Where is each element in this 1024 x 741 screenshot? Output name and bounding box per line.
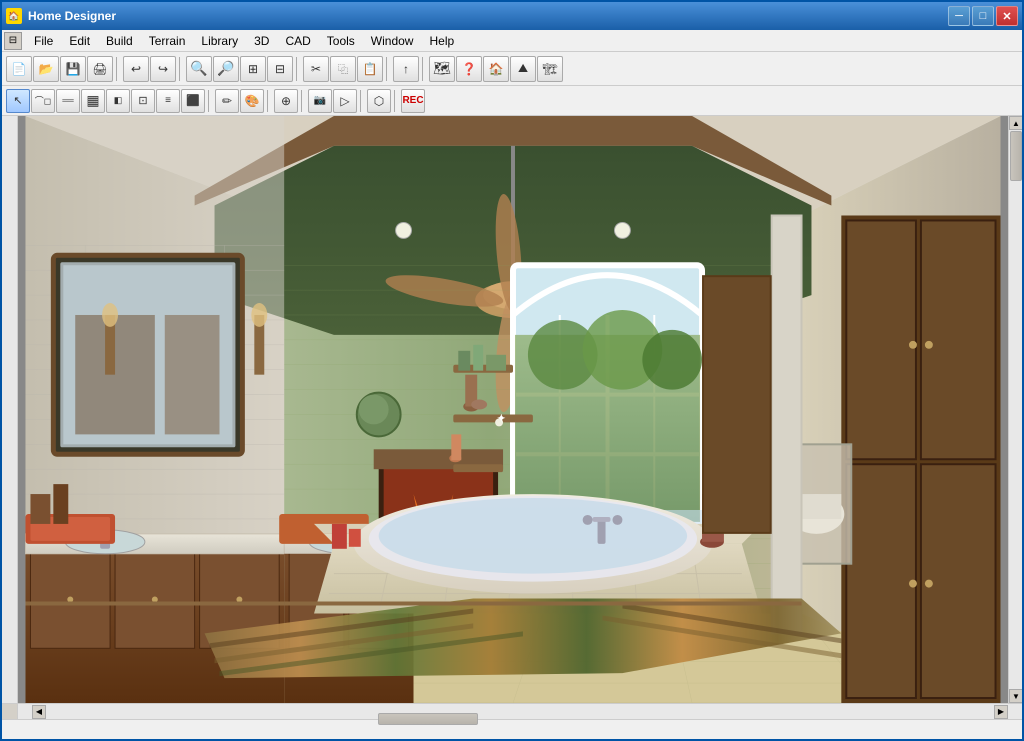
system-menu-icon[interactable]: ⊟ [4, 32, 22, 50]
polyline-tool-button[interactable]: ⌒◻ [31, 89, 55, 113]
menu-terrain[interactable]: Terrain [141, 32, 194, 50]
ruler-left [2, 116, 18, 703]
status-bar [2, 719, 1022, 739]
toolbar-sep2 [179, 57, 183, 81]
toolbar-row1: 📄 📂 💾 🖨 ↩ ↪ 🔍 🔎 ⊞ ⊟ ✂ ⿻ 📋 ↑ 🗺 ❓ 🏠 ⛰ 🏗 [2, 52, 1022, 86]
camera-tool-button[interactable]: 📷 [308, 89, 332, 113]
stair-tool-button[interactable]: ≡ [156, 89, 180, 113]
window-frame: 🏠 Home Designer ─ □ ✕ ⊟ File Edit Build … [0, 0, 1024, 741]
scroll-right-button[interactable]: ▶ [994, 705, 1008, 719]
toolbar-sep3 [296, 57, 300, 81]
bottom-area: ◀ ▶ [2, 703, 1022, 719]
scrollbar-right[interactable]: ▲ ▼ [1008, 116, 1022, 703]
menu-cad[interactable]: CAD [277, 32, 318, 50]
build-btn[interactable]: 🏗 [537, 56, 563, 82]
room-render: ✦ [18, 116, 1008, 703]
paint-tool-button[interactable]: 🎨 [240, 89, 264, 113]
menu-library[interactable]: Library [193, 32, 246, 50]
maximize-button[interactable]: □ [972, 6, 994, 26]
toolbar-sep1 [116, 57, 120, 81]
new-button[interactable]: 📄 [6, 56, 32, 82]
toolbar-sep4 [386, 57, 390, 81]
scroll-up-button[interactable]: ▲ [1009, 116, 1022, 130]
draw-tool-button[interactable]: ✏ [215, 89, 239, 113]
toolbar2-sep3 [301, 90, 305, 112]
cut-button[interactable]: ✂ [303, 56, 329, 82]
door-tool-button[interactable]: ◧ [106, 89, 130, 113]
app-icon: 🏠 [6, 8, 22, 24]
toolbar-sep5 [422, 57, 426, 81]
print-button[interactable]: 🖨 [87, 56, 113, 82]
wall-tool-button[interactable]: ══ [56, 89, 80, 113]
scroll-left-button[interactable]: ◀ [32, 705, 46, 719]
close-button[interactable]: ✕ [996, 6, 1018, 26]
title-bar: 🏠 Home Designer ─ □ ✕ [2, 2, 1022, 30]
undo-button[interactable]: ↩ [123, 56, 149, 82]
menu-3d[interactable]: 3D [246, 32, 277, 50]
window-tool-button[interactable]: ⊡ [131, 89, 155, 113]
redo-button[interactable]: ↪ [150, 56, 176, 82]
title-bar-left: 🏠 Home Designer [6, 8, 116, 24]
canvas-area[interactable]: ✦ [18, 116, 1008, 703]
select-tool-button[interactable]: ↖ [6, 89, 30, 113]
open-button[interactable]: 📂 [33, 56, 59, 82]
toolbar2-sep4 [360, 90, 364, 112]
help-button[interactable]: ❓ [456, 56, 482, 82]
scrollbar-thumb-right[interactable] [1010, 131, 1022, 181]
record-button[interactable]: REC [401, 89, 425, 113]
zoom-extent-button[interactable]: ⊟ [267, 56, 293, 82]
menu-help[interactable]: Help [421, 32, 462, 50]
menu-file[interactable]: File [26, 32, 61, 50]
terrain-btn[interactable]: ⛰ [510, 56, 536, 82]
menu-bar: ⊟ File Edit Build Terrain Library 3D CAD… [2, 30, 1022, 52]
room-tool-button[interactable]: ▦ [81, 89, 105, 113]
zoom-fit-button[interactable]: ⊞ [240, 56, 266, 82]
cabinet-tool-button[interactable]: ⬛ [181, 89, 205, 113]
minimize-button[interactable]: ─ [948, 6, 970, 26]
arrow-button[interactable]: ↑ [393, 56, 419, 82]
layout-button[interactable]: 🗺 [429, 56, 455, 82]
toolbar-row2: ↖ ⌒◻ ══ ▦ ◧ ⊡ ≡ ⬛ ✏ 🎨 ⊕ 📷 ▷ ⬡ REC [2, 86, 1022, 116]
scrollbar-thumb-bottom[interactable] [378, 713, 478, 725]
save-button[interactable]: 💾 [60, 56, 86, 82]
scroll-down-button[interactable]: ▼ [1009, 689, 1022, 703]
menu-tools[interactable]: Tools [319, 32, 363, 50]
scrollbar-track-right[interactable] [1009, 130, 1022, 689]
menu-edit[interactable]: Edit [61, 32, 98, 50]
toolbar2-sep1 [208, 90, 212, 112]
copy-button[interactable]: ⿻ [330, 56, 356, 82]
main-area: ✦ [2, 116, 1022, 703]
walk-tool-button[interactable]: ▷ [333, 89, 357, 113]
ruler-corner [2, 704, 18, 720]
menu-window[interactable]: Window [363, 32, 422, 50]
toolbar2-sep5 [394, 90, 398, 112]
zoom-out-button[interactable]: 🔎 [213, 56, 239, 82]
zoom-in-button[interactable]: 🔍 [186, 56, 212, 82]
symbol-tool-button[interactable]: ⊕ [274, 89, 298, 113]
paste-button[interactable]: 📋 [357, 56, 383, 82]
home-btn[interactable]: 🏠 [483, 56, 509, 82]
svg-text:✦: ✦ [497, 413, 505, 424]
title-bar-controls: ─ □ ✕ [948, 6, 1018, 26]
menu-build[interactable]: Build [98, 32, 141, 50]
toolbar2-sep2 [267, 90, 271, 112]
window-title: Home Designer [28, 9, 116, 23]
terrain-tool-button[interactable]: ⬡ [367, 89, 391, 113]
